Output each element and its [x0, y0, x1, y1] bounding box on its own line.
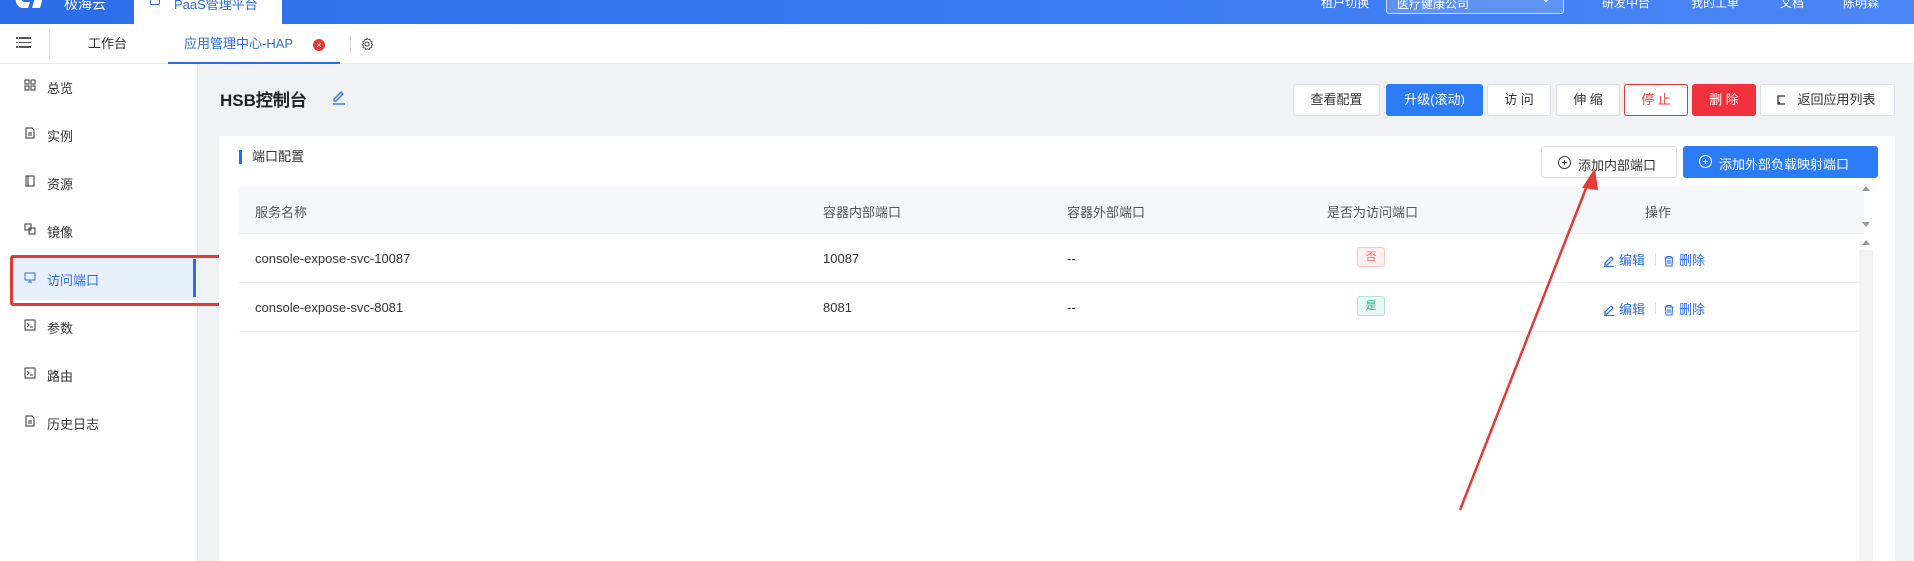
paas-platform-tab[interactable]: PaaS管理平台	[134, 0, 282, 24]
delete-row-button[interactable]: 删除	[1663, 250, 1705, 269]
nav-rd-platform[interactable]: 研发中台	[1602, 0, 1650, 11]
scroll-down-arrow[interactable]	[1862, 222, 1870, 227]
nav-my-tickets[interactable]: 我的工单	[1691, 0, 1739, 11]
edit-button[interactable]: 编辑	[1603, 250, 1645, 269]
col-external-port: 容器外部端口	[1067, 205, 1146, 220]
table-row: console-expose-svc-10087 10087 -- 否 编辑 删…	[239, 234, 1864, 283]
scroll-up-arrow[interactable]	[1862, 186, 1870, 191]
service-name: console-expose-svc-8081	[255, 300, 404, 315]
plus-circle-icon	[1699, 155, 1712, 168]
back-to-app-list-button[interactable]: 返回应用列表	[1760, 84, 1895, 116]
upgrade-rolling-button[interactable]: 升级(滚动)	[1386, 84, 1483, 116]
tab-workbench[interactable]: 工作台	[88, 24, 127, 64]
delete-row-button[interactable]: 删除	[1663, 299, 1705, 318]
delete-button[interactable]: 删 除	[1692, 84, 1756, 116]
chevron-down-icon	[1541, 0, 1551, 3]
sidebar: 总览 实例 资源 镜像 访问端口 参数 路由 历史日志	[0, 64, 198, 561]
add-internal-port-button[interactable]: 添加内部端口	[1541, 146, 1677, 178]
table-header: 服务名称 容器内部端口 容器外部端口 是否为访问端口 操作	[239, 186, 1864, 234]
col-actions: 操作	[1645, 205, 1672, 220]
vertical-scrollbar[interactable]	[1859, 250, 1873, 561]
trash-icon	[1664, 255, 1674, 267]
book-icon	[25, 175, 35, 187]
sidebar-item-history-log[interactable]: 历史日志	[10, 400, 196, 444]
close-tab-icon[interactable]: ×	[313, 39, 325, 51]
nav-docs[interactable]: 文档	[1780, 0, 1804, 11]
edit-icon[interactable]	[330, 88, 348, 106]
col-internal-port: 容器内部端口	[823, 205, 902, 220]
sidebar-item-parameters[interactable]: 参数	[10, 304, 196, 348]
service-name: console-expose-svc-10087	[255, 251, 411, 266]
ports-table: 服务名称 容器内部端口 容器外部端口 是否为访问端口 操作 console-ex…	[239, 186, 1864, 332]
stop-button[interactable]: 停 止	[1624, 84, 1688, 116]
annotation-highlight-box	[10, 255, 230, 306]
trash-icon	[1664, 304, 1674, 316]
file-icon	[25, 415, 35, 427]
internal-port: 8081	[823, 300, 852, 315]
terminal-icon	[24, 319, 36, 331]
home-icon	[150, 0, 160, 5]
plus-circle-icon	[1558, 156, 1571, 169]
view-config-button[interactable]: 查看配置	[1293, 84, 1380, 116]
edit-icon	[1604, 256, 1614, 267]
gear-icon[interactable]	[360, 37, 374, 51]
sidebar-item-routes[interactable]: 路由	[10, 352, 196, 396]
access-button[interactable]: 访 问	[1487, 84, 1551, 116]
top-navbar: 极海云 PaaS管理平台 租户切换 医疗健康公司 研发中台 我的工单 文档 陈明…	[0, 0, 1914, 24]
copy-icon	[24, 223, 36, 235]
sidebar-item-instances[interactable]: 实例	[10, 112, 196, 156]
sidebar-item-overview[interactable]: 总览	[10, 64, 196, 108]
tenant-switch-label: 租户切换	[1321, 0, 1370, 10]
page-title: HSB控制台	[220, 91, 307, 110]
edit-button[interactable]: 编辑	[1603, 299, 1645, 318]
internal-port: 10087	[823, 251, 860, 266]
sidebar-item-resources[interactable]: 资源	[10, 160, 196, 204]
grid-icon	[24, 79, 36, 91]
scale-button[interactable]: 伸 缩	[1556, 84, 1620, 116]
terminal-icon	[24, 367, 36, 379]
status-badge: 是	[1357, 296, 1385, 316]
external-port: --	[1067, 300, 1076, 315]
sidebar-item-images[interactable]: 镜像	[10, 208, 196, 252]
user-name[interactable]: 陈明森	[1843, 0, 1879, 11]
edit-icon	[1604, 305, 1614, 316]
return-icon	[1777, 95, 1785, 105]
section-title: 端口配置	[239, 150, 304, 164]
table-row: console-expose-svc-8081 8081 -- 是 编辑 删除	[239, 283, 1864, 332]
logo-icon	[15, 0, 43, 8]
file-icon	[25, 127, 35, 139]
col-is-access-port: 是否为访问端口	[1327, 205, 1419, 220]
menu-icon[interactable]	[16, 37, 31, 49]
tenant-select[interactable]: 医疗健康公司	[1386, 0, 1564, 14]
brand-name: 极海云	[64, 0, 106, 12]
port-config-card: 端口配置 添加内部端口 添加外部负载映射端口 服务名称 容器内部端口 容器外部端…	[219, 136, 1895, 561]
scroll-up-arrow[interactable]	[1862, 240, 1870, 245]
status-badge: 否	[1357, 247, 1385, 267]
add-external-lb-port-button[interactable]: 添加外部负载映射端口	[1683, 146, 1878, 178]
col-service-name: 服务名称	[255, 205, 308, 220]
tab-strip: 工作台 应用管理中心-HAP ×	[0, 24, 1914, 64]
external-port: --	[1067, 251, 1076, 266]
